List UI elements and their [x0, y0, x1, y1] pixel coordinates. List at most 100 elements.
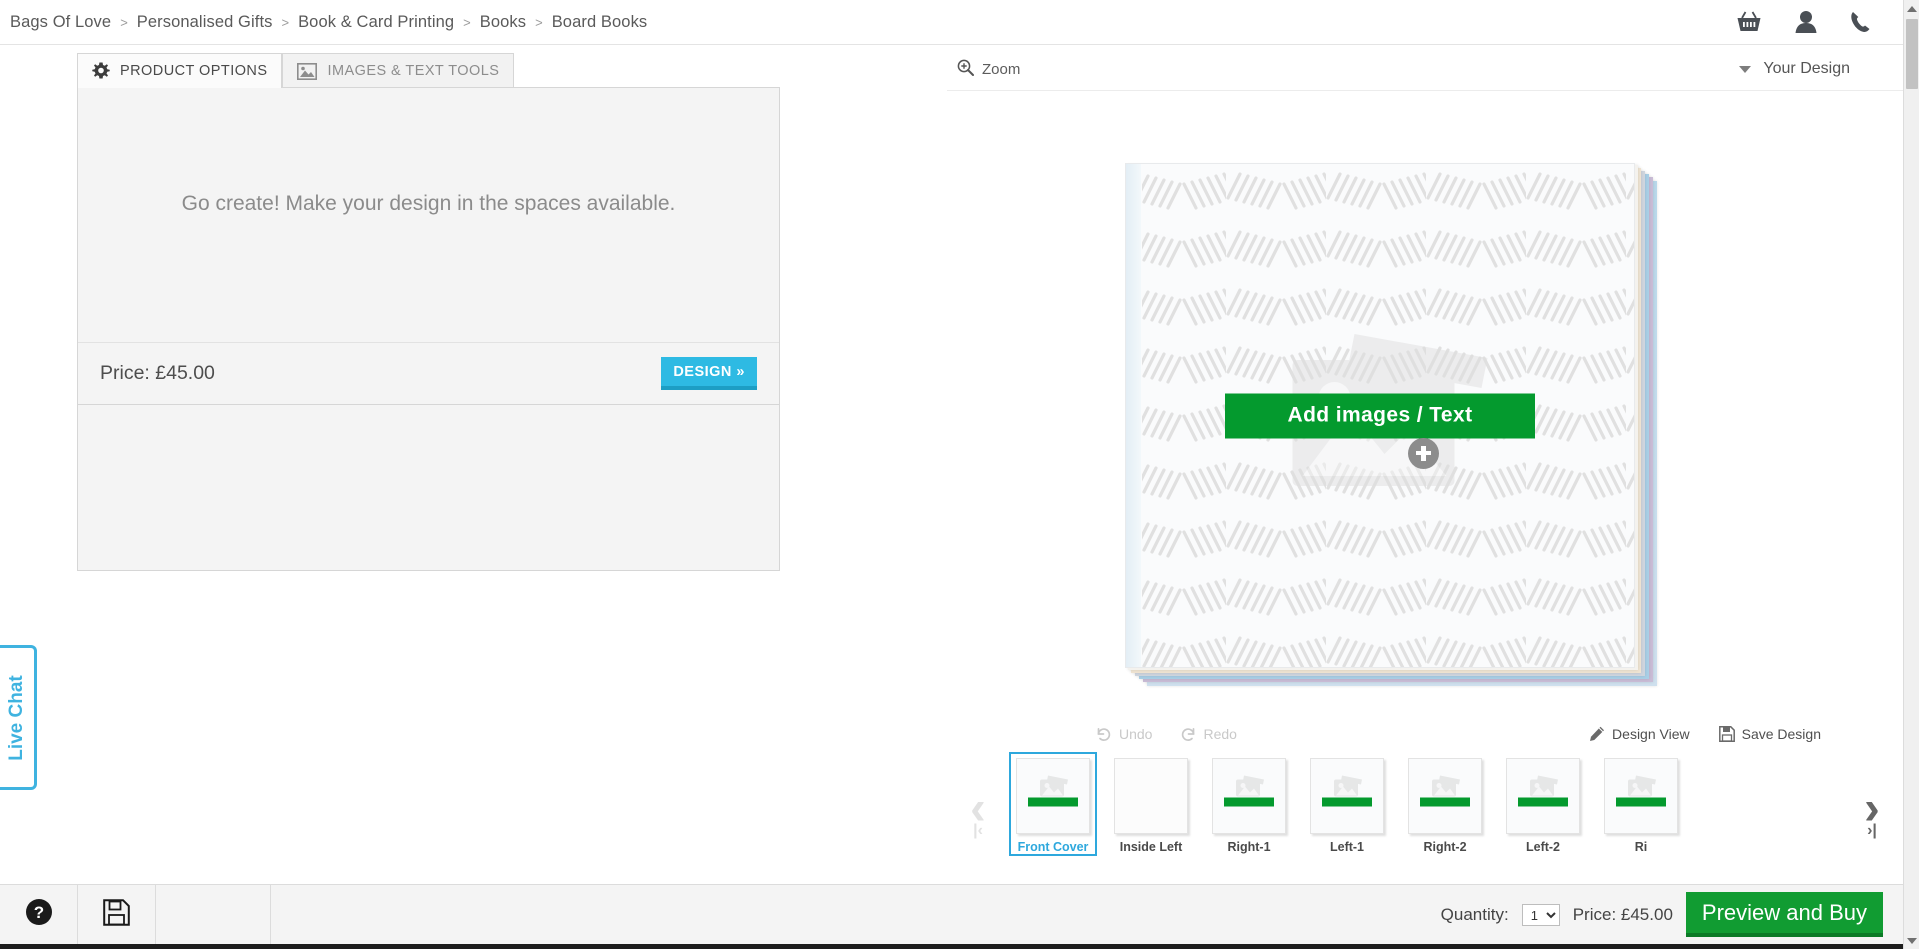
- breadcrumb-separator: >: [535, 14, 543, 30]
- redo-icon: [1180, 727, 1196, 742]
- book-cover-page[interactable]: Add images / Text: [1125, 163, 1635, 668]
- book-mockup: Add images / Text: [1125, 163, 1657, 686]
- thumbnail-label: Ri: [1634, 840, 1648, 854]
- breadcrumb-item-3[interactable]: Books: [480, 13, 526, 32]
- thumbnail-image: [1212, 758, 1286, 834]
- undo-icon: [1096, 727, 1112, 742]
- live-chat-label: Live Chat: [6, 674, 27, 761]
- undo-button[interactable]: Undo: [1096, 726, 1152, 742]
- breadcrumb-separator: >: [281, 14, 290, 30]
- thumbnail-add-badge: [1322, 797, 1372, 807]
- skip-to-end-icon: ›|: [1867, 822, 1877, 839]
- triangle-down-icon: [1907, 937, 1917, 944]
- thumbnail-label: Right-1: [1227, 840, 1271, 854]
- gear-icon: [92, 62, 110, 80]
- thumbnail-image: [1114, 758, 1188, 834]
- redo-button[interactable]: Redo: [1180, 726, 1237, 742]
- page-footer-strip: [0, 944, 1903, 949]
- image-icon: [297, 62, 318, 80]
- thumbnail-front-cover[interactable]: Front Cover: [1009, 752, 1097, 856]
- add-images-text-button[interactable]: Add images / Text: [1225, 393, 1535, 438]
- design-canvas[interactable]: Add images / Text: [947, 91, 1903, 731]
- scrollbar-thumb[interactable]: [1906, 19, 1918, 89]
- design-view-button[interactable]: Design View: [1589, 726, 1690, 742]
- your-design-dropdown[interactable]: Your Design: [1739, 60, 1850, 78]
- phone-icon[interactable]: [1850, 10, 1873, 34]
- thumbnail-inside-left[interactable]: Inside Left: [1107, 752, 1195, 856]
- zoom-control[interactable]: Zoom: [957, 59, 1020, 80]
- thumbnails-prev-button[interactable]: ‹ |‹: [947, 752, 1009, 862]
- thumbnail-add-badge: [1028, 797, 1078, 807]
- scroll-down-button[interactable]: [1904, 932, 1919, 949]
- quantity-select[interactable]: 1 2 3 4 5: [1521, 903, 1560, 926]
- help-button[interactable]: ?: [0, 884, 78, 945]
- tab-label: IMAGES & TEXT TOOLS: [327, 63, 500, 79]
- panel-price-row: Price: £45.00 DESIGN »: [78, 342, 779, 404]
- scroll-up-button[interactable]: [1904, 0, 1919, 17]
- bottom-bar: ? Quantity: 1 2 3 4 5 Price: £45.00 Prev…: [0, 884, 1903, 945]
- breadcrumb-item-1[interactable]: Personalised Gifts: [137, 13, 273, 32]
- page-scrollbar[interactable]: [1903, 0, 1919, 949]
- breadcrumb-item-2[interactable]: Book & Card Printing: [298, 13, 454, 32]
- header-icon-group: [1736, 10, 1903, 34]
- thumbnail-add-badge: [1420, 797, 1470, 807]
- bottom-bar-price: Price: £45.00: [1572, 904, 1673, 924]
- floppy-save-icon: [1718, 726, 1735, 742]
- bottom-bar-actions: Quantity: 1 2 3 4 5 Price: £45.00 Previe…: [1441, 892, 1903, 937]
- zoom-in-icon: [957, 59, 974, 80]
- panel-hint-text: Go create! Make your design in the space…: [181, 192, 676, 215]
- triangle-up-icon: [1907, 5, 1917, 12]
- quantity-label: Quantity:: [1440, 904, 1509, 924]
- skip-to-start-icon: |‹: [973, 822, 983, 839]
- canvas-header: Zoom Your Design: [947, 53, 1903, 91]
- thumbnail-image: [1310, 758, 1384, 834]
- save-button[interactable]: [78, 884, 156, 945]
- thumbnail-add-badge: [1616, 797, 1666, 807]
- floppy-save-icon: [103, 898, 130, 931]
- design-button[interactable]: DESIGN »: [661, 357, 757, 390]
- thumbnail-add-badge: [1518, 797, 1568, 807]
- add-plus-icon[interactable]: [1408, 437, 1439, 469]
- thumbnail-image: [1604, 758, 1678, 834]
- design-view-label: Design View: [1612, 726, 1690, 742]
- basket-icon[interactable]: [1736, 10, 1762, 34]
- thumbnail-right-3-clipped[interactable]: Ri: [1597, 752, 1685, 856]
- your-design-label: Your Design: [1763, 60, 1850, 77]
- zoom-label: Zoom: [982, 61, 1021, 78]
- left-panel: PRODUCT OPTIONS IMAGES & TEXT TOOLS Go c…: [77, 53, 780, 571]
- help-icon: ?: [25, 898, 53, 931]
- thumbnail-right-2[interactable]: Right-2: [1401, 752, 1489, 856]
- breadcrumb: Bags Of Love > Personalised Gifts > Book…: [0, 13, 647, 32]
- top-bar: Bags Of Love > Personalised Gifts > Book…: [0, 0, 1903, 45]
- thumbnail-right-1[interactable]: Right-1: [1205, 752, 1293, 856]
- bottom-bar-spacer: [156, 884, 271, 945]
- undo-label: Undo: [1119, 726, 1153, 742]
- panel-lower-section: [77, 405, 780, 571]
- tab-images-text-tools[interactable]: IMAGES & TEXT TOOLS: [282, 53, 515, 88]
- thumbnail-image: [1506, 758, 1580, 834]
- pencil-icon: [1589, 726, 1605, 742]
- tab-label: PRODUCT OPTIONS: [120, 63, 268, 79]
- panel-price-label: Price: £45.00: [100, 362, 215, 384]
- page-thumbnail-strip: ‹ |‹ Front Cover Inside Left Right-1 Lef…: [947, 752, 1903, 870]
- thumbnail-left-2[interactable]: Left-2: [1499, 752, 1587, 856]
- save-design-button[interactable]: Save Design: [1718, 726, 1821, 742]
- thumbnail-left-1[interactable]: Left-1: [1303, 752, 1391, 856]
- breadcrumb-item-4[interactable]: Board Books: [552, 13, 648, 32]
- breadcrumb-item-0[interactable]: Bags Of Love: [10, 13, 111, 32]
- thumbnail-label: Right-2: [1423, 840, 1467, 854]
- thumbnail-list: Front Cover Inside Left Right-1 Left-1 R…: [1009, 752, 1841, 856]
- tab-product-options[interactable]: PRODUCT OPTIONS: [77, 53, 283, 88]
- redo-label: Redo: [1203, 726, 1237, 742]
- live-chat-tab[interactable]: Live Chat: [0, 645, 37, 790]
- product-options-panel: Go create! Make your design in the space…: [77, 87, 780, 405]
- breadcrumb-separator: >: [120, 14, 128, 30]
- thumbnail-label: Left-2: [1525, 840, 1561, 854]
- thumbnail-add-badge: [1224, 797, 1274, 807]
- chevron-down-icon: [1739, 65, 1752, 73]
- thumbnails-next-button[interactable]: › ›|: [1841, 752, 1903, 862]
- user-icon[interactable]: [1795, 10, 1817, 34]
- preview-and-buy-button[interactable]: Preview and Buy: [1685, 892, 1883, 937]
- panel-tabs: PRODUCT OPTIONS IMAGES & TEXT TOOLS: [77, 53, 780, 88]
- thumbnail-label: Front Cover: [1017, 840, 1089, 854]
